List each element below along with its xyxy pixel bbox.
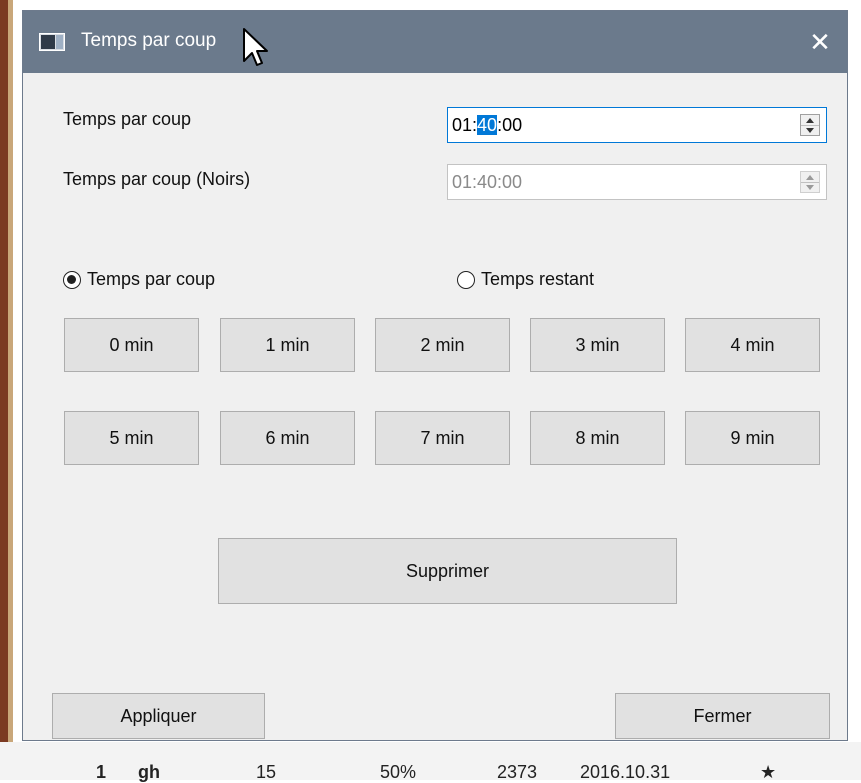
time-per-move-value[interactable]: 01:40:00 [452, 115, 522, 136]
preset-8-min-button[interactable]: 8 min [530, 411, 665, 465]
selected-minutes: 40 [477, 115, 498, 135]
background-app [0, 0, 861, 10]
preset-6-min-button[interactable]: 6 min [220, 411, 355, 465]
radio-time-remaining[interactable]: Temps restant [457, 269, 594, 290]
spin-down-icon[interactable] [801, 125, 819, 135]
time-per-move-black-spinbox[interactable]: 01:40:00 [447, 164, 827, 200]
close-button[interactable]: Fermer [615, 693, 830, 739]
preset-9-min-button[interactable]: 9 min [685, 411, 820, 465]
app-window-icon [39, 33, 65, 51]
time-per-move-spinbox[interactable]: 01:40:00 [447, 107, 827, 143]
time-per-move-black-value[interactable]: 01:40:00 [452, 172, 522, 193]
close-icon[interactable]: ✕ [793, 11, 847, 73]
delete-button[interactable]: Supprimer [218, 538, 677, 604]
spin-down-icon[interactable] [801, 182, 819, 192]
background-board-edge-light [8, 0, 13, 742]
dialog-title: Temps par coup [81, 30, 217, 51]
spin-arrows-black[interactable] [800, 171, 820, 193]
radio-time-per-move[interactable]: Temps par coup [63, 269, 215, 290]
preset-4-min-button[interactable]: 4 min [685, 318, 820, 372]
preset-5-min-button[interactable]: 5 min [64, 411, 199, 465]
radio-time-per-move-label: Temps par coup [87, 269, 216, 289]
preset-0-min-button[interactable]: 0 min [64, 318, 199, 372]
background-app-right [848, 10, 861, 750]
time-per-move-dialog: Temps par coup ✕ Temps par coup 01:40:00… [22, 10, 848, 741]
radio-checked-icon[interactable] [63, 270, 81, 289]
time-per-move-label: Temps par coup [63, 109, 192, 129]
dialog-titlebar[interactable]: Temps par coup ✕ [23, 11, 847, 73]
mouse-cursor-icon [243, 28, 268, 66]
preset-2-min-button[interactable]: 2 min [375, 318, 510, 372]
radio-unchecked-icon[interactable] [457, 270, 475, 289]
background-table-row: 1 gh 15 50% 2373 2016.10.31 ★ [0, 762, 861, 782]
preset-3-min-button[interactable]: 3 min [530, 318, 665, 372]
preset-1-min-button[interactable]: 1 min [220, 318, 355, 372]
apply-button[interactable]: Appliquer [52, 693, 265, 739]
radio-time-remaining-label: Temps restant [481, 269, 595, 289]
spin-arrows[interactable] [800, 114, 820, 136]
preset-7-min-button[interactable]: 7 min [375, 411, 510, 465]
time-per-move-black-label: Temps par coup (Noirs) [63, 169, 251, 189]
